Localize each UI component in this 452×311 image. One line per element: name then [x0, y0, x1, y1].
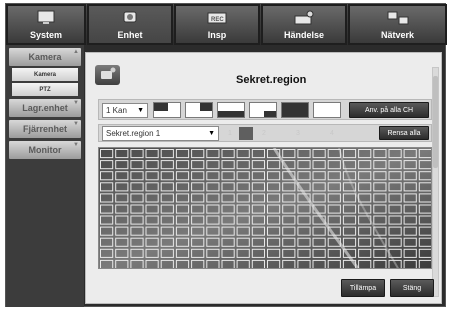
camera-icon — [123, 11, 137, 23]
close-button[interactable]: Stäng — [390, 279, 434, 297]
region-select-value: Sekret.region 1 — [106, 129, 161, 138]
channel-select[interactable]: 1 Kan ▼ — [102, 103, 148, 118]
scrollbar-thumb[interactable] — [433, 76, 438, 168]
tab-label: Enhet — [117, 30, 143, 40]
sidebar-item-monitor[interactable]: Monitor ▼ — [9, 141, 81, 159]
apply-all-channels-button[interactable]: Anv. på alla CH — [349, 102, 429, 118]
sidebar-subitem-label: Kamera — [33, 71, 56, 78]
app-window: System Enhet REC Insp Händelse Nätverk K… — [5, 3, 447, 307]
alarm-icon — [294, 10, 314, 25]
tab-system[interactable]: System — [6, 4, 86, 45]
clear-all-button[interactable]: Rensa alla — [379, 126, 429, 140]
recorder-icon: REC — [207, 12, 227, 24]
tab-handelse[interactable]: Händelse — [261, 4, 347, 45]
sidebar-item-label: Fjärrenhet — [22, 124, 67, 134]
tab-label: Nätverk — [380, 30, 415, 40]
sidebar-subitem-kamera[interactable]: Kamera — [12, 68, 78, 81]
top-menu-bar: System Enhet REC Insp Händelse Nätverk — [6, 4, 447, 45]
tab-label: Händelse — [283, 30, 325, 40]
chevron-down-icon: ▼ — [137, 107, 144, 114]
region-number-1[interactable]: 1 — [223, 127, 237, 140]
region-number-3[interactable]: 3 — [291, 127, 305, 140]
split-top-left-button[interactable] — [153, 102, 181, 118]
channel-select-value: 1 Kan — [106, 106, 127, 115]
sidebar-subitem-label: PTZ — [39, 86, 51, 93]
svg-text:REC: REC — [211, 17, 224, 23]
sidebar-item-label: Kamera — [28, 52, 62, 62]
scrollbar[interactable] — [432, 67, 439, 297]
region-select[interactable]: Sekret.region 1 ▼ — [102, 126, 219, 141]
sidebar-item-label: Monitor — [28, 145, 62, 155]
region-number-2[interactable]: 2 — [257, 127, 271, 140]
sidebar-item-kamera[interactable]: Kamera ▲ — [9, 48, 81, 66]
tab-insp[interactable]: REC Insp — [174, 4, 260, 45]
collapse-icon: ▼ — [73, 100, 79, 106]
tab-label: Insp — [207, 30, 227, 40]
camera-preview-mask-grid[interactable] — [98, 147, 432, 269]
sidebar-item-fjarrenhet[interactable]: Fjärrenhet ▼ — [9, 120, 81, 138]
sidebar-item-lagr-enhet[interactable]: Lagr.enhet ▼ — [9, 99, 81, 117]
region-toolbar: Sekret.region 1 ▼ 1 2 3 4 Rensa alla — [98, 124, 432, 142]
split-bottom-band-button[interactable] — [217, 102, 245, 118]
split-clear-button[interactable] — [313, 102, 341, 118]
privacy-region-panel: Sekret.region 1 Kan ▼ Anv. på alla CH Se… — [85, 52, 442, 304]
apply-button[interactable]: Tillämpa — [341, 279, 385, 297]
chevron-down-icon: ▼ — [208, 130, 215, 137]
region-number-1-selected[interactable] — [239, 127, 253, 140]
mask-toolbar: 1 Kan ▼ Anv. på alla CH — [98, 99, 432, 120]
page-title: Sekret.region — [236, 74, 307, 86]
sidebar: Kamera ▲ Kamera PTZ Lagr.enhet ▼ Fjärren… — [6, 45, 84, 307]
split-top-right-button[interactable] — [185, 102, 213, 118]
split-full-button[interactable] — [281, 102, 309, 118]
tab-label: System — [29, 30, 63, 40]
collapse-icon: ▼ — [73, 142, 79, 148]
collapse-icon: ▼ — [73, 121, 79, 127]
split-bottom-right-button[interactable] — [249, 102, 277, 118]
monitor-icon — [37, 10, 55, 24]
camera-settings-icon — [95, 65, 120, 85]
tab-enhet[interactable]: Enhet — [87, 4, 173, 45]
network-icon — [387, 11, 408, 25]
sidebar-subitem-ptz[interactable]: PTZ — [12, 83, 78, 96]
mask-grid[interactable] — [99, 148, 432, 269]
tab-natverk[interactable]: Nätverk — [348, 4, 447, 45]
sidebar-item-label: Lagr.enhet — [22, 103, 68, 113]
collapse-icon: ▲ — [73, 49, 79, 55]
region-number-4[interactable]: 4 — [325, 127, 339, 140]
